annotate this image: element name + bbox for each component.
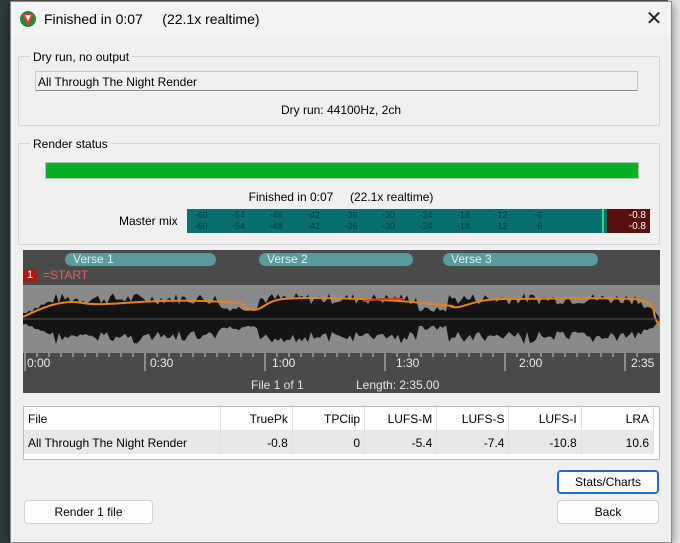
waveform-graphic (22, 293, 661, 345)
table-row[interactable]: All Through The Night Render -0.8 0 -5.4… (24, 430, 655, 454)
stats-header-row: File TruePk TPClip LUFS-M LUFS-S LUFS-I … (24, 407, 655, 431)
meter-tick: -6 (534, 210, 543, 220)
cell-lra: 10.6 (581, 430, 655, 454)
cell-lufs-s: -7.4 (436, 430, 510, 454)
ruler-label-0: 0:00 (27, 356, 51, 370)
region-verse-3[interactable]: Verse 3 (443, 253, 598, 266)
ruler-label-3: 1:30 (396, 356, 420, 370)
waveform-timeline[interactable]: Verse 1 Verse 2 Verse 3 1 =START 0:00 0:… (22, 250, 661, 393)
loudness-stats-table: File TruePk TPClip LUFS-M LUFS-S LUFS-I … (23, 406, 660, 460)
peak-left-value: -0.8 (628, 210, 646, 221)
col-lufs-s[interactable]: LUFS-S (436, 407, 510, 431)
close-icon[interactable]: ✕ (639, 5, 669, 33)
cell-truepk: -0.8 (220, 430, 293, 454)
window-title: Finished in 0:07 (22.1x realtime) (44, 11, 260, 27)
region-verse-2[interactable]: Verse 2 (259, 253, 413, 266)
col-lra[interactable]: LRA (581, 407, 655, 431)
col-lufs-m[interactable]: LUFS-M (364, 407, 438, 431)
render-name-field: All Through The Night Render (35, 71, 638, 91)
render-finished-dialog: Finished in 0:07 (22.1x realtime) ✕ Dry … (10, 1, 672, 543)
meter-tick: -42 (306, 221, 320, 231)
meter-tick: -18 (456, 210, 470, 220)
file-counter: File 1 of 1 (251, 378, 304, 392)
dry-run-group-label: Dry run, no output (30, 50, 133, 64)
meter-tick: -36 (344, 210, 358, 220)
render-length: Length: 2:35.00 (356, 378, 440, 392)
waveform-lane (22, 285, 661, 353)
ruler-label-4: 2:00 (519, 356, 543, 370)
cell-lufs-m: -5.4 (364, 430, 438, 454)
meter-tick: -12 (494, 221, 508, 231)
reaper-logo-icon (20, 11, 36, 27)
master-mix-meter: -60 -54 -48 -42 -36 -30 -24 -18 -12 -6 -60 -54 -48-… (187, 209, 650, 233)
cell-tpclip: 0 (292, 430, 366, 454)
meter-scale-left: -60 -54 -48 -42 -36 -30 -24 -18 -12 -6 (187, 210, 607, 221)
meter-scale-right: -60 -54 -48 -42 -36 -30 -24 -18 -12 -6 (187, 221, 607, 232)
ruler-label-5: 2:35 (631, 356, 655, 370)
meter-tick: -60 (194, 210, 208, 220)
cell-file: All Through The Night Render (24, 430, 221, 454)
marker-number[interactable]: 1 (23, 269, 37, 282)
meter-tick: -42 (306, 210, 320, 220)
meter-tick: -48 (269, 221, 283, 231)
master-mix-label: Master mix (119, 214, 178, 228)
cell-lufs-i: -10.8 (508, 430, 582, 454)
ruler-label-2: 1:00 (272, 356, 296, 370)
meter-tick: -24 (419, 221, 433, 231)
dry-run-info: Dry run: 44100Hz, 2ch (280, 103, 402, 117)
meter-tick: -30 (381, 221, 395, 231)
time-ruler (24, 353, 638, 371)
meter-tick: -60 (194, 221, 208, 231)
meter-tick: -36 (344, 221, 358, 231)
col-truepk[interactable]: TruePk (220, 407, 293, 431)
render-file-button[interactable]: Render 1 file (24, 500, 153, 524)
col-file[interactable]: File (24, 407, 221, 431)
stats-charts-button[interactable]: Stats/Charts (557, 470, 659, 494)
col-lufs-i[interactable]: LUFS-I (508, 407, 582, 431)
col-tpclip[interactable]: TPClip (292, 407, 366, 431)
meter-tick: -30 (381, 210, 395, 220)
meter-tick: -12 (494, 210, 508, 220)
peak-right-value: -0.8 (628, 221, 646, 232)
back-button[interactable]: Back (557, 500, 659, 524)
meter-tick: -6 (534, 221, 543, 231)
meter-tick: -24 (419, 210, 433, 220)
render-progress-fill (46, 163, 638, 178)
meter-tick: -54 (231, 210, 245, 220)
render-progress-bar (45, 162, 639, 179)
region-verse-1[interactable]: Verse 1 (65, 253, 216, 266)
finished-status-text: Finished in 0:07 (22.1x realtime) (248, 190, 434, 204)
meter-level-mark (602, 209, 604, 233)
marker-name: =START (43, 268, 89, 282)
peak-readout: -0.8 -0.8 (607, 209, 650, 233)
title-bar: Finished in 0:07 (22.1x realtime) ✕ (11, 2, 671, 36)
ruler-label-1: 0:30 (150, 356, 174, 370)
render-status-group-label: Render status (30, 137, 111, 151)
meter-tick: -48 (269, 210, 283, 220)
meter-tick: -54 (231, 221, 245, 231)
meter-tick: -18 (456, 221, 470, 231)
